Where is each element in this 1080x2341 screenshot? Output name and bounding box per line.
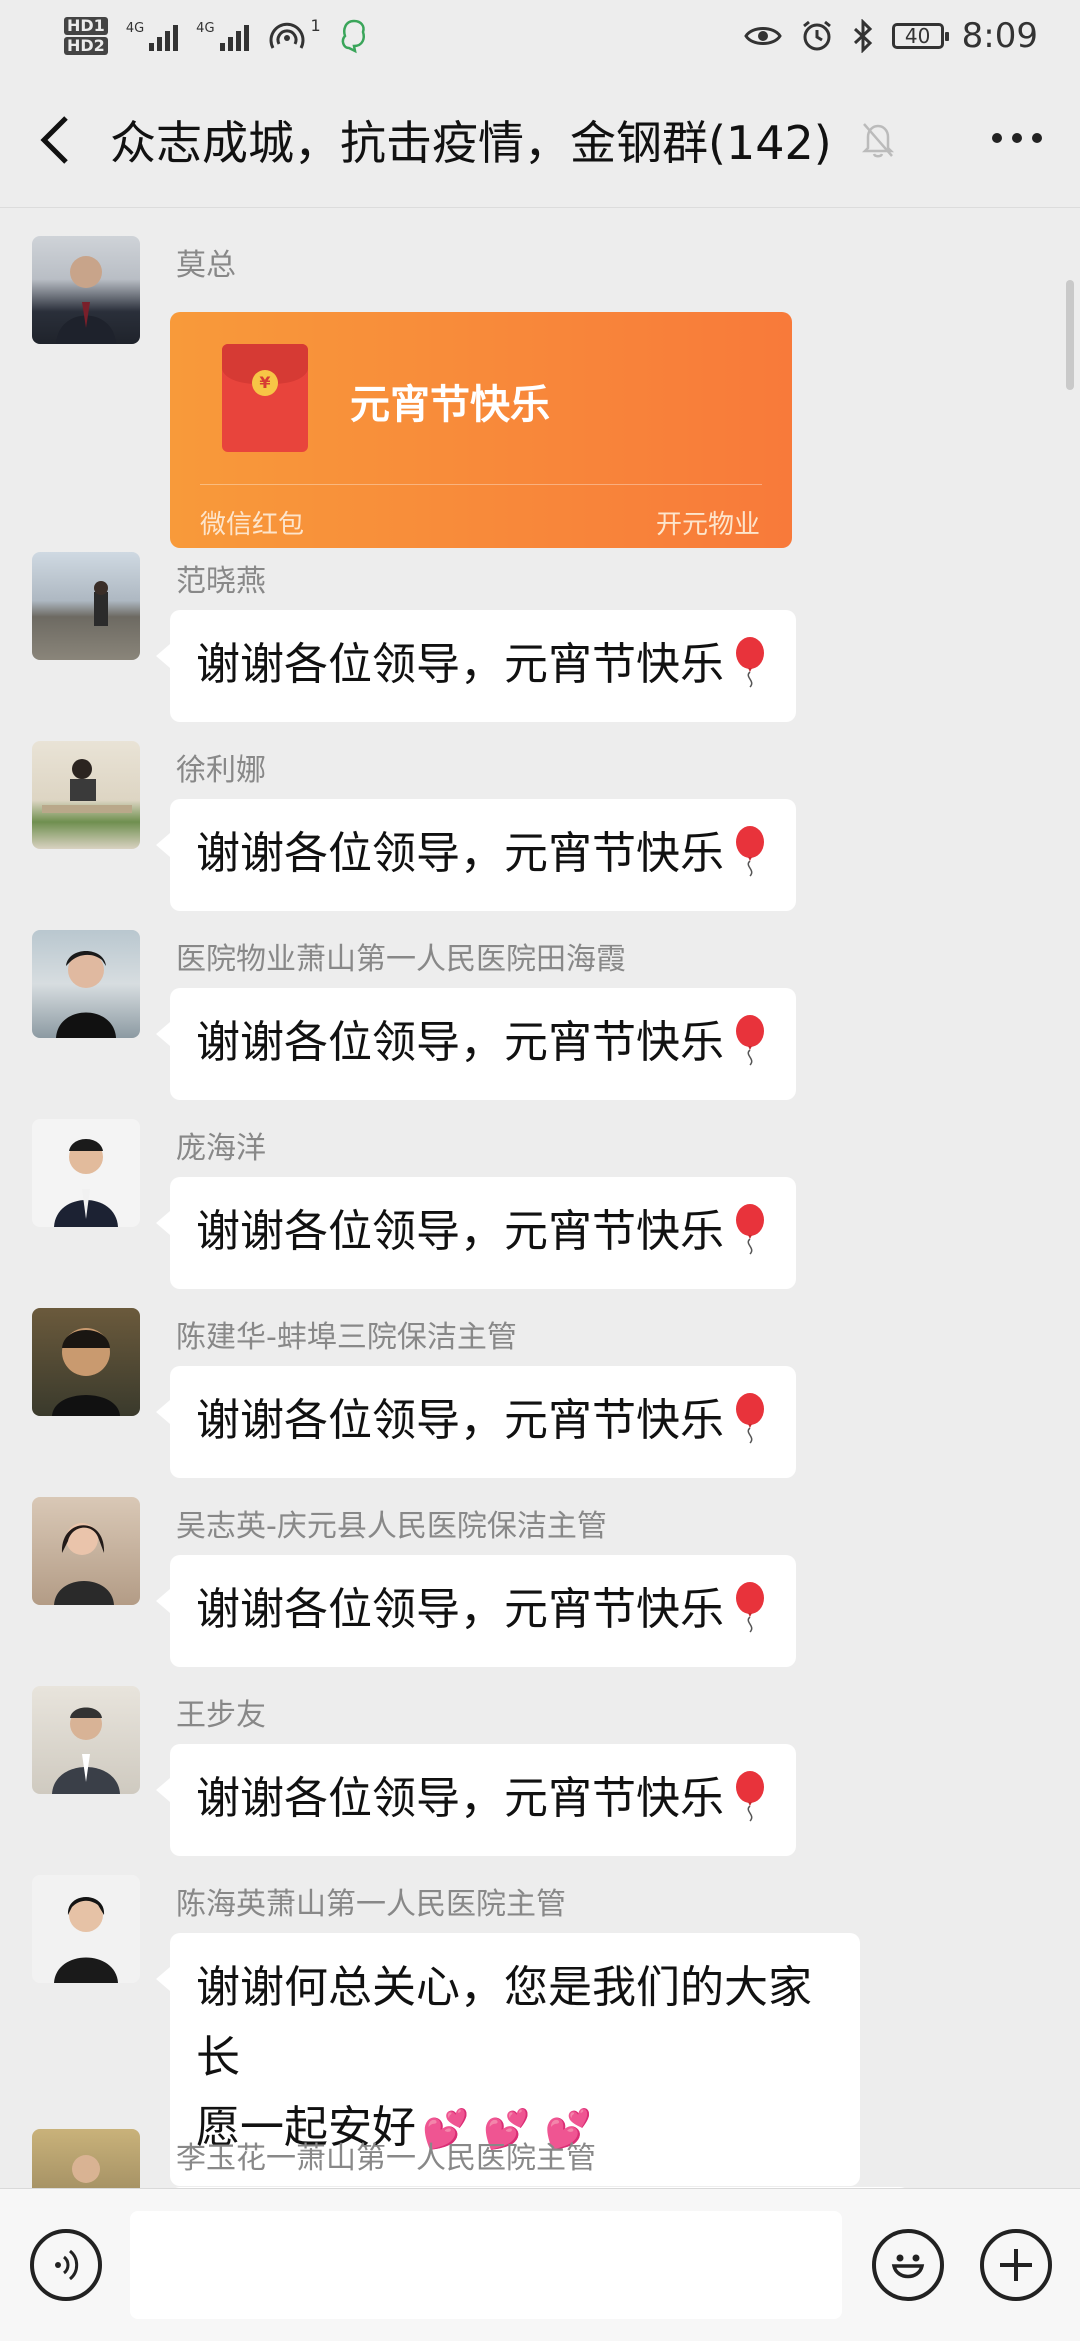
bluetooth-icon <box>853 19 872 53</box>
sender-name: 范晓燕 <box>176 564 266 599</box>
message-text: 谢谢各位领导，元宵节快乐 <box>196 1395 724 1446</box>
red-packet-card[interactable]: ¥ 元宵节快乐 微信红包 开元物业 <box>170 312 792 548</box>
network-type-1: 4G <box>125 21 145 36</box>
balloon-icon <box>736 826 764 877</box>
voice-button[interactable] <box>30 2229 102 2301</box>
hd1-label: HD1 <box>64 17 108 35</box>
chevron-left-icon <box>40 115 68 164</box>
eye-icon <box>743 27 782 45</box>
sender-name: 陈海英萧山第一人民医院主管 <box>176 1887 566 1922</box>
avatar[interactable] <box>32 1875 140 1983</box>
alarm-icon <box>802 20 831 51</box>
avatar[interactable] <box>32 930 140 1038</box>
avatar[interactable] <box>32 1686 140 1794</box>
message-bubble[interactable]: 谢谢各位领导，元宵节快乐 <box>156 1555 796 1667</box>
hotspot-count: 1 <box>310 16 321 35</box>
scrollbar[interactable] <box>1066 280 1074 390</box>
mute-indicator <box>848 115 908 165</box>
message-bubble[interactable]: 谢谢各位领导，元宵节快乐 <box>156 1744 796 1856</box>
avatar[interactable] <box>32 236 140 344</box>
assistant-icon <box>341 19 365 54</box>
message-bubble[interactable]: 谢谢各位领导，元宵节快乐 <box>156 799 796 911</box>
message-bubble[interactable]: 谢谢各位领导，元宵节快乐 <box>156 610 796 722</box>
sender-name: 医院物业萧山第一人民医院田海霞 <box>176 942 626 977</box>
balloon-icon <box>736 1582 764 1633</box>
avatar[interactable] <box>32 1497 140 1605</box>
red-packet-title: 元宵节快乐 <box>350 382 550 428</box>
message-text: 谢谢各位领导，元宵节快乐 <box>196 639 724 690</box>
avatar[interactable] <box>32 1308 140 1416</box>
sender-name: 徐利娜 <box>176 753 266 788</box>
chat-header: 众志成城，抗击疫情，金钢群(142) <box>0 72 1080 208</box>
status-bar: HD1 HD2 4G 4G 1 40 8:09 <box>0 0 1080 72</box>
emoji-icon <box>891 2254 925 2279</box>
balloon-icon <box>736 1771 764 1822</box>
message-text: 谢谢各位领导，元宵节快乐 <box>196 1206 724 1257</box>
battery-icon: 40 <box>891 23 949 49</box>
divider <box>200 484 762 485</box>
red-envelope-icon: ¥ <box>222 344 308 452</box>
battery-level: 40 <box>904 24 931 48</box>
more-dots-icon <box>992 133 1002 143</box>
plus-icon <box>1000 2249 1032 2281</box>
clock: 8:09 <box>961 16 1038 56</box>
sender-name: 莫总 <box>176 248 236 283</box>
balloon-icon <box>736 1204 764 1255</box>
hotspot-icon <box>269 22 304 49</box>
message-bubble[interactable]: 谢谢各位领导，元宵节快乐 <box>156 1177 796 1289</box>
hd2-label: HD2 <box>64 37 108 55</box>
sender-name: 陈建华-蚌埠三院保洁主管 <box>176 1320 517 1355</box>
plus-button[interactable] <box>980 2229 1052 2301</box>
hd-indicator: HD1 HD2 <box>64 16 108 56</box>
red-packet-label: 微信红包 <box>200 510 305 540</box>
input-bar <box>0 2188 1080 2341</box>
message-text: 谢谢各位领导，元宵节快乐 <box>196 828 724 879</box>
message-text: 谢谢各位领导，元宵节快乐 <box>196 1584 724 1635</box>
avatar[interactable] <box>32 741 140 849</box>
signal-icon: 4G <box>125 21 179 51</box>
sender-name: 李玉花一萧山第一人民医院主管 <box>176 2141 596 2176</box>
sender-name: 庞海洋 <box>176 1131 266 1166</box>
sender-name: 吴志英-庆元县人民医院保洁主管 <box>176 1509 607 1544</box>
signal-icon-2: 4G <box>196 21 249 51</box>
sender-name: 王步友 <box>176 1698 266 1733</box>
emoji-button[interactable] <box>872 2229 944 2301</box>
avatar[interactable] <box>32 552 140 660</box>
red-packet-source: 开元物业 <box>655 510 760 540</box>
avatar[interactable] <box>32 2129 140 2188</box>
voice-icon <box>55 2249 79 2281</box>
chat-title: 众志成城，抗击疫情，金钢群(142) <box>110 115 832 170</box>
message-input[interactable] <box>130 2211 842 2319</box>
back-button[interactable] <box>0 72 110 208</box>
balloon-icon <box>736 637 764 688</box>
message-text: 谢谢各位领导，元宵节快乐 <box>196 1773 724 1824</box>
message-list[interactable]: 莫总 ¥ 元宵节快乐 微信红包 开元物业 范晓燕 谢谢各位领导，元宵节快乐 徐利… <box>0 208 1080 2188</box>
message-text: 谢谢各位领导，元宵节快乐 <box>196 1017 724 1068</box>
more-button[interactable] <box>982 108 1052 168</box>
message-bubble[interactable]: 谢谢各位领导，元宵节快乐 <box>156 988 796 1100</box>
avatar[interactable] <box>32 1119 140 1227</box>
message-bubble[interactable]: 谢谢各位领导，元宵节快乐 <box>156 1366 796 1478</box>
bell-off-icon <box>861 122 894 157</box>
balloon-icon <box>736 1015 764 1066</box>
balloon-icon <box>736 1393 764 1444</box>
network-type-2: 4G <box>196 21 215 36</box>
yuan-coin-icon: ¥ <box>252 370 278 396</box>
message-text-line-1: 谢谢何总关心，您是我们的大家长 <box>196 1962 812 2083</box>
